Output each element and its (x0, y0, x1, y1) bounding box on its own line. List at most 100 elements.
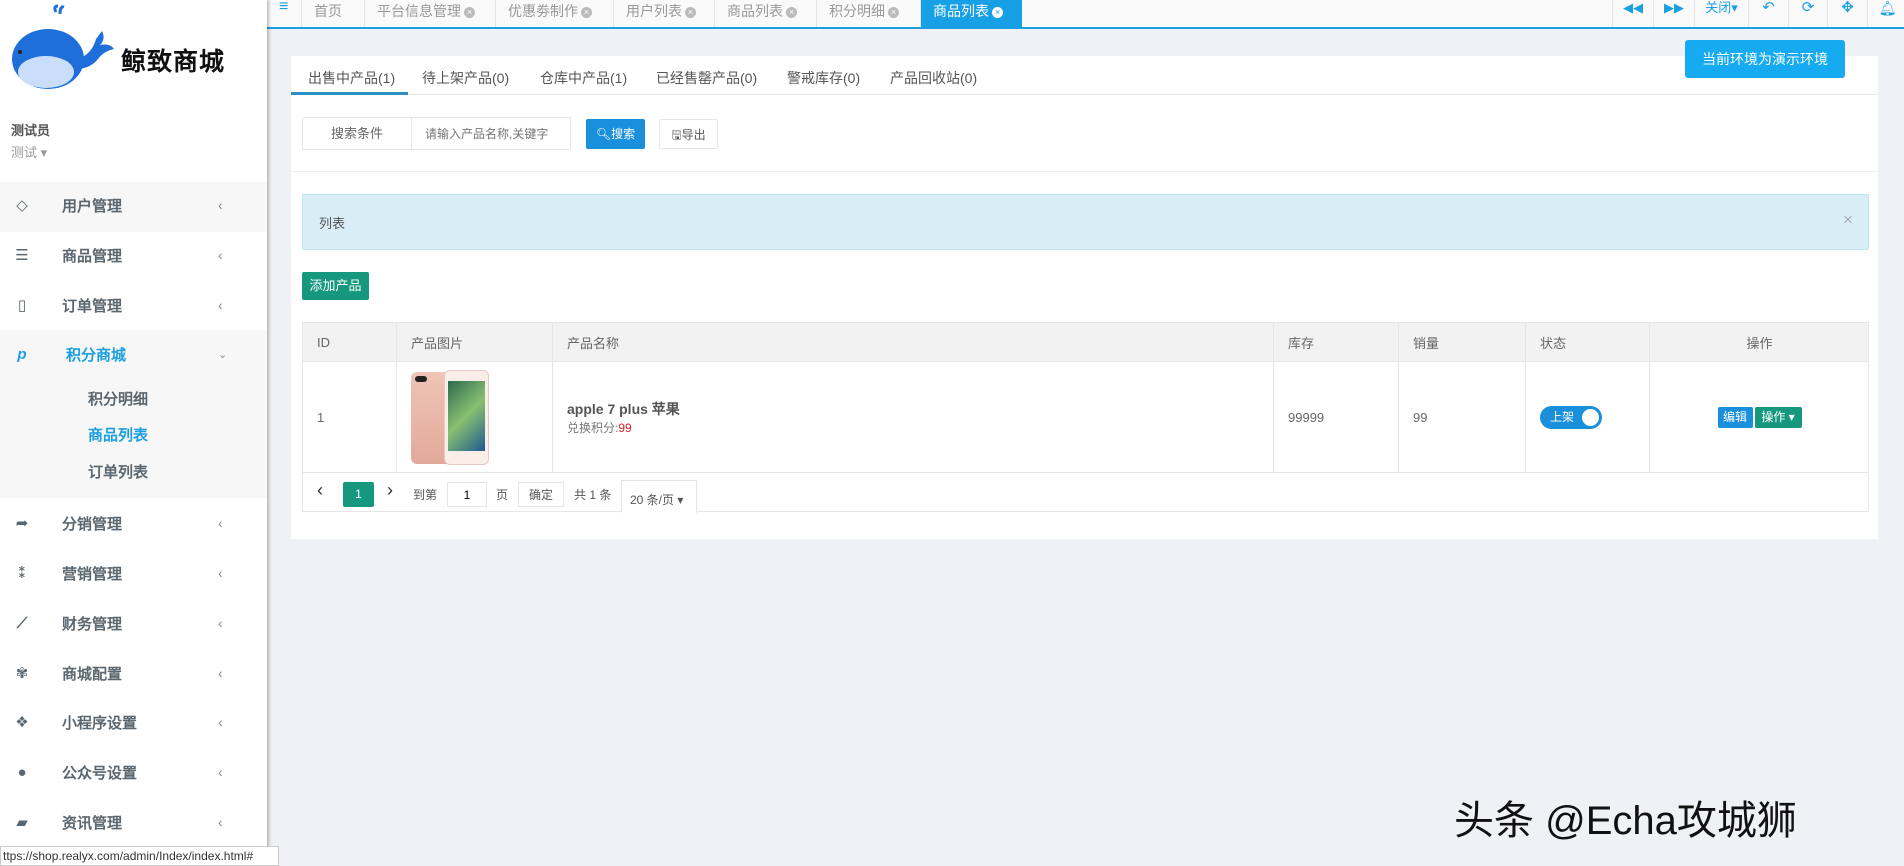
scroll-left-button[interactable]: ◀◀ (1612, 0, 1653, 27)
tab-recycle-bin[interactable]: 产品回收站(0) (890, 68, 977, 88)
tab-user-list[interactable]: 用户列表 × (613, 0, 714, 27)
sidebar-item-news[interactable]: ▰ 资讯管理 ‹ (0, 797, 267, 847)
close-icon[interactable]: × (581, 7, 592, 18)
page-size-select[interactable]: 20 条/页 ▾ (621, 480, 697, 513)
whale-logo-icon (12, 4, 114, 89)
back-icon[interactable]: ↶ (1748, 0, 1788, 27)
edit-button[interactable]: 编辑 (1717, 406, 1753, 428)
cell-stock: 99999 (1274, 362, 1399, 472)
menu-toggle-icon[interactable]: ≡ (279, 0, 288, 16)
tab-points-goods-list[interactable]: 商品列表 × (920, 0, 1022, 27)
sidebar-item-points-mall[interactable]: p 积分商城 ⌄ (0, 329, 267, 379)
bell-icon[interactable]: 🔔︎ (1867, 0, 1904, 27)
chevron-left-icon: ‹ (218, 714, 223, 730)
logo[interactable]: 鲸致商城 (8, 4, 238, 92)
book-icon: ▰ (16, 814, 28, 831)
tab-label: 商品列表 (933, 3, 989, 19)
scroll-right-button[interactable]: ▶▶ (1653, 0, 1694, 27)
tab-low-stock[interactable]: 警戒库存(0) (787, 68, 860, 88)
sidebar-item-order[interactable]: ▯ 订单管理 ‹ (0, 280, 267, 330)
sidebar-item-user[interactable]: ◇ 用户管理 ‹ (0, 180, 267, 230)
search-button[interactable]: 🔍︎搜索 (586, 119, 645, 149)
user-role-dropdown[interactable]: 测试 ▾ (11, 142, 47, 161)
col-sales: 销量 (1399, 323, 1526, 362)
export-label: 导出 (681, 128, 706, 142)
add-product-button[interactable]: 添加产品 (302, 272, 369, 300)
tab-goods-list[interactable]: 商品列表 × (714, 0, 816, 27)
col-actions: 操作 (1746, 336, 1773, 351)
sidebar-item-distribution[interactable]: ➦ 分销管理 ‹ (0, 498, 267, 548)
tab-bar: ≡ 首页 平台信息管理 × 优惠劵制作 × 用户列表 × 商品列表 × 积分明细 × 商品… (267, 0, 1904, 29)
chevron-left-icon: ‹ (218, 565, 223, 581)
pinterest-icon: p (17, 345, 27, 363)
status-toggle[interactable]: 上架 (1540, 405, 1602, 429)
close-icon[interactable]: × (888, 7, 899, 18)
tab-platform-info[interactable]: 平台信息管理 × (364, 0, 495, 27)
col-name: 产品名称 (553, 323, 1274, 362)
tablet-icon: ▯ (17, 297, 27, 314)
page-label: 页 (496, 488, 509, 502)
ops-label: 操作 (1761, 409, 1786, 424)
diamond-icon: ◇ (16, 197, 28, 214)
product-points: 兑换积分:99 (567, 419, 632, 436)
brand-name: 鲸致商城 (121, 48, 226, 76)
tab-home[interactable]: 首页 (301, 0, 363, 27)
sidebar-item-mall-config[interactable]: ✾ 商城配置 ‹ (0, 648, 267, 698)
wechat-icon: ● (17, 763, 27, 781)
close-icon[interactable]: × (464, 7, 475, 18)
chevron-left-icon: ‹ (218, 764, 223, 780)
sidebar-item-finance[interactable]: ⟋ 财务管理 ‹ (0, 598, 267, 648)
close-label: 关闭 (1705, 0, 1732, 15)
tab-on-sale[interactable]: 出售中产品(1) (308, 68, 395, 88)
search-input[interactable] (413, 118, 570, 149)
chevron-left-icon: ‹ (218, 814, 223, 830)
sidebar-sub-points-detail[interactable]: 积分明细 (88, 388, 148, 409)
cell-image (397, 362, 553, 472)
fullscreen-icon[interactable]: ✥ (1827, 0, 1867, 27)
total-count: 共 1 条 (574, 488, 612, 502)
chevron-left-icon: ‹ (218, 247, 223, 263)
tab-sold-out[interactable]: 已经售罄产品(0) (656, 68, 757, 88)
chevron-left-icon: ‹ (218, 515, 223, 531)
tab-label: 优惠劵制作 (508, 3, 578, 19)
sidebar-sub-order-list[interactable]: 订单列表 (88, 461, 148, 482)
points-label: 兑换积分: (567, 420, 619, 435)
cell-actions: 编辑 操作 ▾ (1650, 362, 1869, 472)
label: 分销管理 (62, 515, 123, 533)
sidebar-item-miniprogram[interactable]: ❖ 小程序设置 ‹ (0, 697, 267, 747)
product-image (411, 369, 489, 465)
env-notice-button[interactable]: 当前环境为演示环境 (1685, 40, 1845, 78)
sidebar-item-goods[interactable]: ☰ 商品管理 ‹ (0, 230, 267, 280)
tab-label: 用户列表 (626, 3, 682, 19)
content-card: 出售中产品(1) 待上架产品(0) 仓库中产品(1) 已经售罄产品(0) 警戒库… (291, 56, 1878, 539)
sidebar-item-marketing[interactable]: ⁑ 营销管理 ‹ (0, 548, 267, 598)
export-button[interactable]: 🖫导出 (659, 119, 718, 149)
tab-warehouse[interactable]: 仓库中产品(1) (540, 68, 627, 88)
divider (303, 472, 1868, 473)
tab-points-detail[interactable]: 积分明细 × (816, 0, 920, 27)
page-1-button[interactable]: 1 (343, 482, 374, 507)
close-tabs-dropdown[interactable]: 关闭▾ (1694, 0, 1748, 27)
label: 营销管理 (62, 565, 123, 583)
sidebar-item-wechat[interactable]: ● 公众号设置 ‹ (0, 747, 267, 797)
sidebar-sub-goods-list[interactable]: 商品列表 (88, 424, 148, 445)
close-icon[interactable]: × (786, 7, 797, 18)
line-chart-icon: ⟋ (16, 614, 28, 632)
chevron-left-icon: ‹ (218, 665, 223, 681)
close-icon[interactable]: × (992, 7, 1003, 18)
confirm-button[interactable]: 确定 (518, 482, 564, 507)
goto-page-input[interactable] (447, 482, 487, 507)
share-icon: ➦ (15, 515, 29, 532)
refresh-icon[interactable]: ⟳ (1788, 0, 1827, 27)
tab-label: 平台信息管理 (377, 3, 461, 19)
label: 商城配置 (62, 665, 123, 683)
close-icon[interactable]: × (685, 7, 696, 18)
operations-dropdown[interactable]: 操作 ▾ (1754, 406, 1802, 428)
next-page-icon[interactable]: › (387, 480, 393, 501)
tab-pending[interactable]: 待上架产品(0) (422, 68, 509, 88)
alert-close-icon[interactable]: × (1843, 210, 1853, 230)
tab-coupon[interactable]: 优惠劵制作 × (495, 0, 613, 27)
active-tab-indicator (291, 92, 408, 95)
prev-page-icon[interactable]: ‹ (317, 480, 323, 501)
cell-name: apple 7 plus 苹果 兑换积分:99 (553, 362, 1274, 472)
